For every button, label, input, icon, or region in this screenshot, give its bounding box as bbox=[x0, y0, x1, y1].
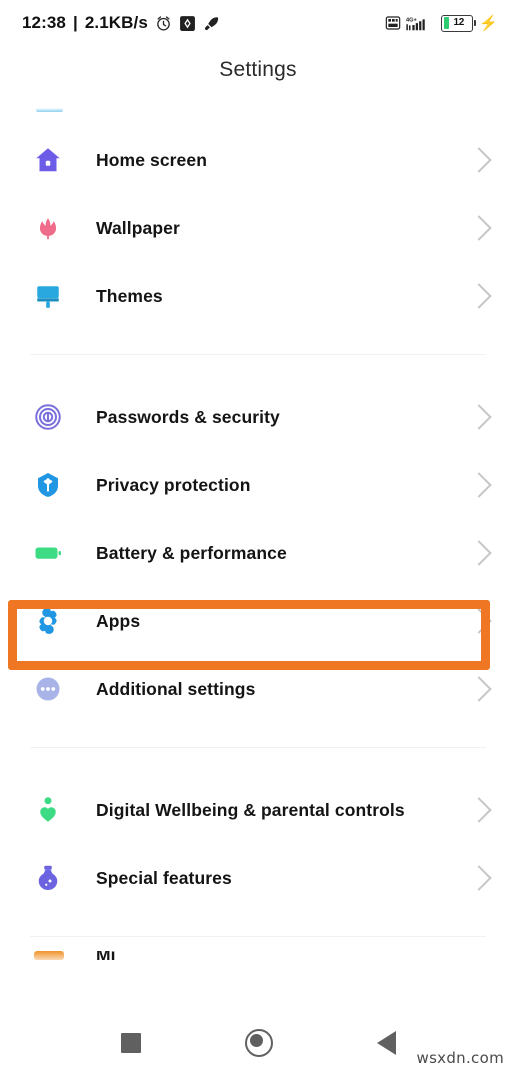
scrolled-partial-item-bottom[interactable]: Mi bbox=[0, 937, 516, 967]
chevron-right-icon bbox=[466, 147, 492, 173]
scrolled-partial-item-top[interactable] bbox=[0, 94, 516, 126]
settings-row-passwords-security[interactable]: Passwords & security bbox=[0, 383, 516, 451]
battery-icon bbox=[30, 535, 66, 571]
title-bar: Settings bbox=[0, 46, 516, 94]
vowifi-icon bbox=[386, 16, 401, 30]
settings-row-themes[interactable]: Themes bbox=[0, 262, 516, 330]
battery-fill bbox=[443, 16, 449, 30]
heart-person-icon bbox=[30, 792, 66, 828]
settings-row-label: Themes bbox=[96, 285, 163, 306]
settings-row-label: Battery & performance bbox=[96, 542, 287, 563]
status-bar-left: 12:38 | 2.1KB/s bbox=[22, 13, 220, 33]
chevron-right-icon bbox=[466, 472, 492, 498]
recent-apps-button[interactable] bbox=[120, 1033, 141, 1053]
settings-row-battery-performance[interactable]: Battery & performance bbox=[0, 519, 516, 587]
chevron-right-icon bbox=[466, 797, 492, 823]
settings-row-label: Home screen bbox=[96, 149, 208, 170]
chevron-right-icon bbox=[466, 608, 492, 634]
svg-text:4G+: 4G+ bbox=[406, 17, 417, 23]
settings-row-wallpaper[interactable]: Wallpaper bbox=[0, 194, 516, 262]
charging-bolt-icon: ⚡ bbox=[479, 14, 498, 32]
chevron-right-icon bbox=[466, 676, 492, 702]
home-button[interactable] bbox=[244, 1029, 273, 1057]
settings-row-label: Mi bbox=[96, 951, 115, 960]
settings-row-label: Digital Wellbeing & parental controls bbox=[96, 799, 405, 820]
status-bar: 12:38 | 2.1KB/s 4G+ 12 ⚡ bbox=[0, 0, 516, 46]
settings-row-digital-wellbeing[interactable]: Digital Wellbeing & parental controls bbox=[0, 776, 516, 844]
gear-icon bbox=[30, 603, 66, 639]
mi-account-icon bbox=[34, 951, 64, 960]
rocket-icon bbox=[204, 16, 219, 30]
more-dots-icon bbox=[30, 671, 66, 707]
network-speed: 2.1KB/s bbox=[84, 13, 148, 32]
page-title: Settings bbox=[219, 58, 297, 81]
paintbrush-icon bbox=[30, 278, 66, 314]
screenshot-icon bbox=[179, 15, 195, 31]
status-separator: | bbox=[72, 13, 78, 32]
settings-row-privacy-protection[interactable]: Privacy protection bbox=[0, 451, 516, 519]
back-button[interactable] bbox=[376, 1031, 396, 1055]
shield-icon bbox=[30, 467, 66, 503]
alarm-clock-icon bbox=[157, 15, 170, 31]
settings-row-home-screen[interactable]: Home screen bbox=[0, 126, 516, 194]
chevron-right-icon bbox=[466, 215, 492, 241]
signal-4g-icon: 4G+ bbox=[406, 17, 426, 30]
watermark: wsxdn.com bbox=[416, 1049, 504, 1067]
settings-row-special-features[interactable]: Special features bbox=[0, 844, 516, 912]
chevron-right-icon bbox=[466, 865, 492, 891]
chevron-right-icon bbox=[466, 283, 492, 309]
partial-icon-sliver bbox=[36, 108, 63, 112]
home-icon bbox=[30, 142, 66, 178]
settings-row-label: Special features bbox=[96, 867, 232, 888]
tulip-icon bbox=[30, 210, 66, 246]
status-time: 12:38 bbox=[22, 13, 66, 32]
settings-row-label: Passwords & security bbox=[96, 406, 280, 427]
settings-row-apps[interactable]: Apps bbox=[0, 587, 516, 655]
settings-row-label: Wallpaper bbox=[96, 217, 180, 238]
settings-row-additional-settings[interactable]: Additional settings bbox=[0, 655, 516, 723]
settings-row-label: Apps bbox=[96, 610, 141, 631]
chevron-right-icon bbox=[466, 540, 492, 566]
battery-icon: 12 bbox=[441, 14, 476, 32]
settings-row-label: Privacy protection bbox=[96, 474, 251, 495]
settings-row-label: Additional settings bbox=[96, 678, 256, 699]
chevron-right-icon bbox=[466, 404, 492, 430]
settings-list[interactable]: Home screen Wallpaper Themes Passwords &… bbox=[0, 94, 516, 967]
battery-indicator: 12 bbox=[441, 14, 476, 32]
battery-level: 12 bbox=[453, 17, 465, 28]
potion-icon bbox=[30, 860, 66, 896]
status-bar-right: 4G+ 12 ⚡ bbox=[385, 14, 498, 32]
fingerprint-icon bbox=[30, 399, 66, 435]
